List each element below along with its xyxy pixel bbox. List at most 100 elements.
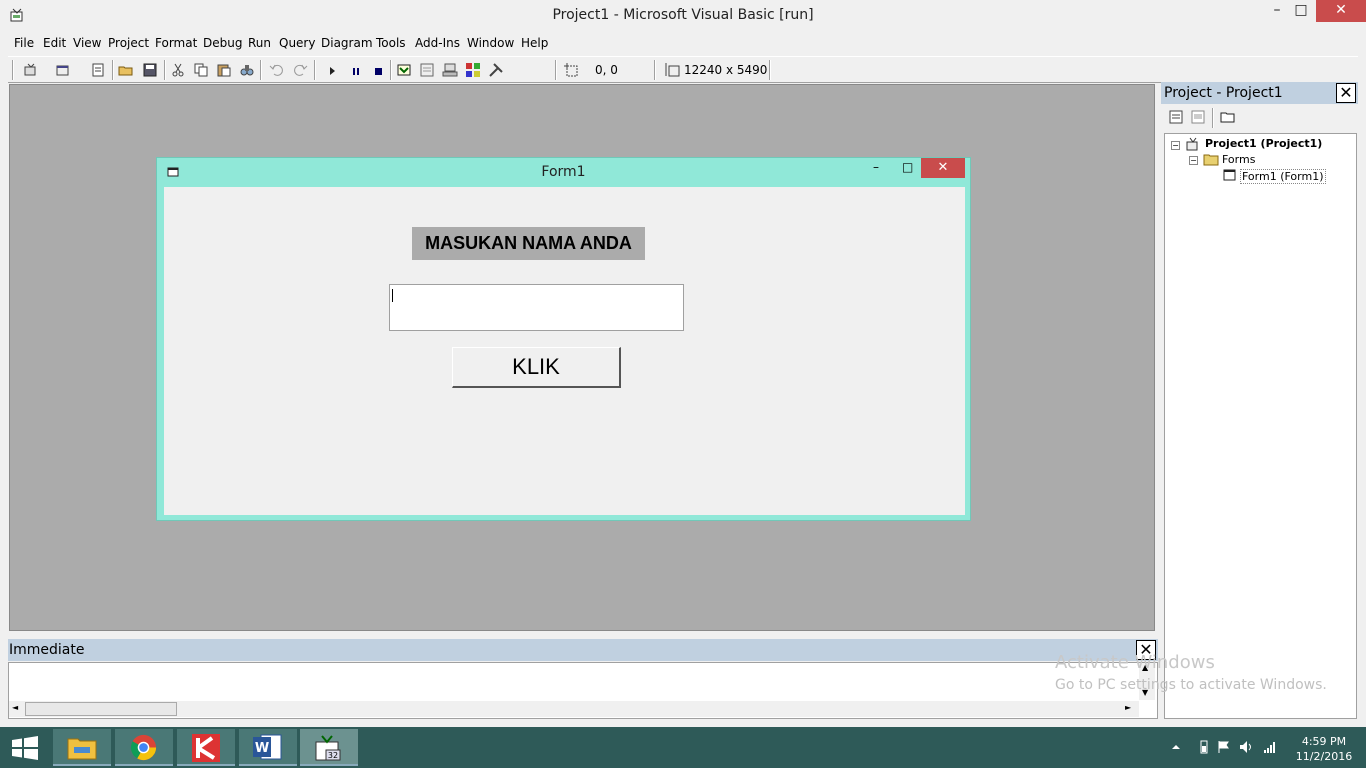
size-icon — [665, 63, 680, 77]
cut-icon[interactable] — [170, 62, 186, 78]
menu-query[interactable]: Query — [279, 36, 315, 50]
taskbar: W 32 4:59 PM 11/2/2016 — [0, 727, 1366, 768]
clock-time: 4:59 PM — [1301, 735, 1347, 748]
properties-icon[interactable] — [419, 62, 435, 78]
break-icon[interactable] — [348, 62, 364, 78]
toolbar-separator — [654, 60, 656, 80]
scroll-right-arrow-icon[interactable]: ► — [1125, 703, 1131, 712]
system-clock[interactable]: 4:59 PM 11/2/2016 — [1294, 734, 1354, 764]
tree-collapse-forms[interactable]: − — [1189, 156, 1198, 165]
object-browser-icon[interactable] — [465, 62, 481, 78]
find-icon[interactable] — [239, 62, 255, 78]
toolbar-separator — [390, 60, 392, 80]
scroll-left-arrow-icon[interactable]: ◄ — [12, 703, 18, 712]
close-button[interactable]: ✕ — [1316, 0, 1366, 22]
horizontal-scrollbar[interactable]: ◄ ► — [9, 701, 1139, 717]
project-panel-close-button[interactable]: ✕ — [1336, 83, 1356, 103]
klik-button[interactable]: KLIK — [452, 347, 621, 388]
position-readout: 0, 0 — [595, 63, 618, 77]
kaspersky-icon[interactable] — [177, 729, 235, 766]
form1-window[interactable]: Form1 – □ ✕ MASUKAN NAMA ANDA KLIK — [156, 157, 971, 521]
word-icon[interactable]: W — [239, 729, 297, 766]
name-textbox[interactable] — [389, 284, 684, 331]
menu-diagram[interactable]: Diagram — [321, 36, 373, 50]
standard-toolbar: 0, 0 12240 x 5490 — [8, 56, 1358, 83]
menu-edit[interactable]: Edit — [43, 36, 66, 50]
scroll-thumb[interactable] — [25, 702, 177, 716]
toolbar-separator — [260, 60, 262, 80]
open-icon[interactable] — [118, 62, 134, 78]
svg-text:32: 32 — [328, 751, 338, 760]
window-title: Project1 - Microsoft Visual Basic [run] — [552, 7, 814, 23]
add-form-icon[interactable] — [55, 62, 71, 78]
end-icon[interactable] — [370, 62, 386, 78]
tree-collapse-root[interactable]: − — [1171, 141, 1180, 150]
windows-start-icon[interactable] — [0, 727, 50, 768]
menu-bar: File Edit View Project Format Debug Run … — [8, 34, 1358, 54]
battery-icon[interactable] — [1197, 740, 1211, 754]
view-object-icon[interactable] — [1190, 109, 1206, 125]
menu-file[interactable]: File — [14, 36, 34, 50]
redo-icon[interactable] — [292, 62, 308, 78]
undo-icon[interactable] — [269, 62, 285, 78]
vb6-icon[interactable]: 32 — [300, 729, 358, 766]
immediate-panel: Immediate ✕ ▲ ▼ ◄ ► — [8, 639, 1158, 719]
menu-window[interactable]: Window — [467, 36, 514, 50]
action-center-flag-icon[interactable] — [1217, 740, 1231, 754]
text-caret — [392, 289, 393, 302]
activation-watermark-title: Activate Windows — [1055, 652, 1215, 673]
paste-icon[interactable] — [216, 62, 232, 78]
start-icon[interactable] — [325, 62, 341, 78]
immediate-panel-title: Immediate — [9, 642, 85, 658]
folder-icon — [1203, 154, 1219, 166]
chrome-icon[interactable] — [115, 729, 173, 766]
project-explorer-icon[interactable] — [396, 62, 412, 78]
network-signal-icon[interactable] — [1263, 740, 1277, 754]
toggle-folders-icon[interactable] — [1220, 109, 1236, 125]
copy-icon[interactable] — [193, 62, 209, 78]
tree-item-form1[interactable]: Form1 (Form1) — [1240, 169, 1326, 184]
form-layout-icon[interactable] — [442, 62, 458, 78]
view-code-icon[interactable] — [1168, 109, 1184, 125]
project-tree: − Project1 (Project1) − Forms Form1 (For… — [1164, 133, 1357, 719]
position-icon — [564, 63, 578, 77]
form1-minimize-button[interactable]: – — [873, 160, 887, 174]
project-panel-toolbar — [1161, 105, 1358, 131]
toolbar-separator — [1212, 108, 1214, 128]
toolbar-separator — [164, 60, 166, 80]
form-icon — [1223, 169, 1236, 181]
immediate-panel-header: Immediate ✕ — [8, 639, 1158, 661]
toolbar-separator — [314, 60, 316, 80]
form1-client-area: MASUKAN NAMA ANDA KLIK — [164, 187, 965, 515]
save-icon[interactable] — [142, 62, 158, 78]
activation-watermark-text: Go to PC settings to activate Windows. — [1055, 677, 1327, 693]
toolbar-separator — [769, 60, 771, 80]
menu-view[interactable]: View — [73, 36, 101, 50]
immediate-window-text[interactable]: ▲ ▼ ◄ ► — [8, 662, 1158, 719]
form1-title: Form1 — [541, 164, 586, 180]
volume-icon[interactable] — [1239, 740, 1253, 754]
menu-project[interactable]: Project — [108, 36, 149, 50]
menu-run[interactable]: Run — [248, 36, 271, 50]
tray-expand-icon[interactable] — [1169, 740, 1183, 754]
toolbar-separator — [555, 60, 557, 80]
menu-debug[interactable]: Debug — [203, 36, 242, 50]
file-explorer-icon[interactable] — [53, 729, 111, 766]
clock-date: 11/2/2016 — [1295, 750, 1353, 763]
name-label: MASUKAN NAMA ANDA — [412, 227, 645, 260]
tree-item-forms[interactable]: Forms — [1222, 153, 1255, 166]
menu-editor-icon[interactable] — [90, 62, 106, 78]
size-readout: 12240 x 5490 — [684, 63, 768, 77]
add-project-icon[interactable] — [23, 62, 39, 78]
form1-close-button[interactable]: ✕ — [921, 158, 965, 178]
menu-help[interactable]: Help — [521, 36, 548, 50]
form1-maximize-button[interactable]: □ — [902, 160, 916, 174]
toolbox-icon[interactable] — [488, 62, 504, 78]
menu-format[interactable]: Format — [155, 36, 197, 50]
menu-add-ins[interactable]: Add-Ins — [415, 36, 460, 50]
menu-tools[interactable]: Tools — [376, 36, 406, 50]
project-panel-title: Project - Project1 — [1164, 85, 1283, 101]
tree-item-project1[interactable]: Project1 (Project1) — [1205, 137, 1322, 150]
toolbar-grip — [12, 60, 14, 80]
maximize-button[interactable]: □ — [1286, 0, 1316, 22]
